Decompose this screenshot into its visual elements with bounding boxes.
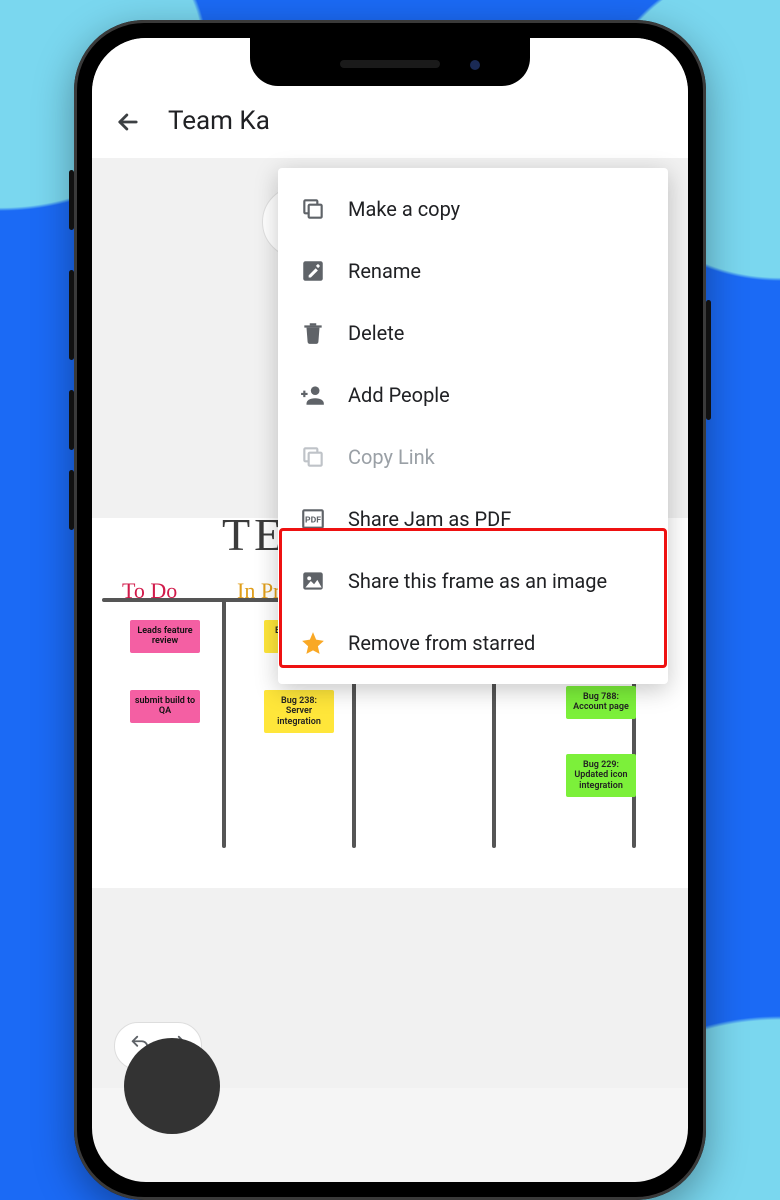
- menu-item-label: Add People: [348, 383, 450, 407]
- phone-frame: Team Ka TEA To Do In Pr Leads feature re…: [74, 20, 706, 1200]
- menu-item-make-copy[interactable]: Make a copy: [278, 178, 668, 240]
- menu-item-label: Rename: [348, 259, 421, 283]
- menu-item-label: Share this frame as an image: [348, 569, 607, 593]
- menu-item-label: Copy Link: [348, 445, 435, 469]
- menu-item-label: Delete: [348, 321, 404, 345]
- tool-circle[interactable]: [124, 1038, 220, 1134]
- menu-item-share-image[interactable]: Share this frame as an image: [278, 550, 668, 612]
- menu-item-label: Remove from starred: [348, 631, 535, 655]
- menu-item-share-pdf[interactable]: PDF Share Jam as PDF: [278, 488, 668, 550]
- phone-notch: [250, 38, 530, 86]
- phone-side-button: [69, 170, 74, 230]
- board-line: [222, 598, 226, 848]
- overflow-menu: Make a copy Rename Delete Add People: [278, 168, 668, 684]
- page-title: Team Ka: [168, 106, 270, 136]
- phone-side-button: [69, 470, 74, 530]
- menu-item-copy-link: Copy Link: [278, 426, 668, 488]
- sticky-note[interactable]: Bug 788: Account page: [566, 686, 636, 719]
- sticky-note[interactable]: Leads feature review: [130, 620, 200, 653]
- svg-text:PDF: PDF: [305, 515, 321, 525]
- menu-item-remove-starred[interactable]: Remove from starred: [278, 612, 668, 674]
- sticky-note[interactable]: Bug 229: Updated icon integration: [566, 754, 636, 797]
- edit-icon: [300, 258, 326, 284]
- trash-icon: [300, 320, 326, 346]
- menu-item-label: Make a copy: [348, 197, 460, 221]
- pdf-icon: PDF: [300, 506, 326, 532]
- image-icon: [300, 568, 326, 594]
- add-person-icon: [300, 382, 326, 408]
- menu-item-label: Share Jam as PDF: [348, 507, 511, 531]
- copy-icon: [300, 196, 326, 222]
- phone-side-button: [69, 390, 74, 450]
- sticky-note[interactable]: Bug 238: Server integration: [264, 690, 334, 733]
- phone-screen: Team Ka TEA To Do In Pr Leads feature re…: [92, 38, 688, 1182]
- sticky-note[interactable]: submit build to QA: [130, 690, 200, 723]
- star-icon: [300, 630, 326, 656]
- menu-item-delete[interactable]: Delete: [278, 302, 668, 364]
- copy-link-icon: [300, 444, 326, 470]
- menu-item-rename[interactable]: Rename: [278, 240, 668, 302]
- menu-item-add-people[interactable]: Add People: [278, 364, 668, 426]
- back-arrow-icon[interactable]: [114, 108, 142, 136]
